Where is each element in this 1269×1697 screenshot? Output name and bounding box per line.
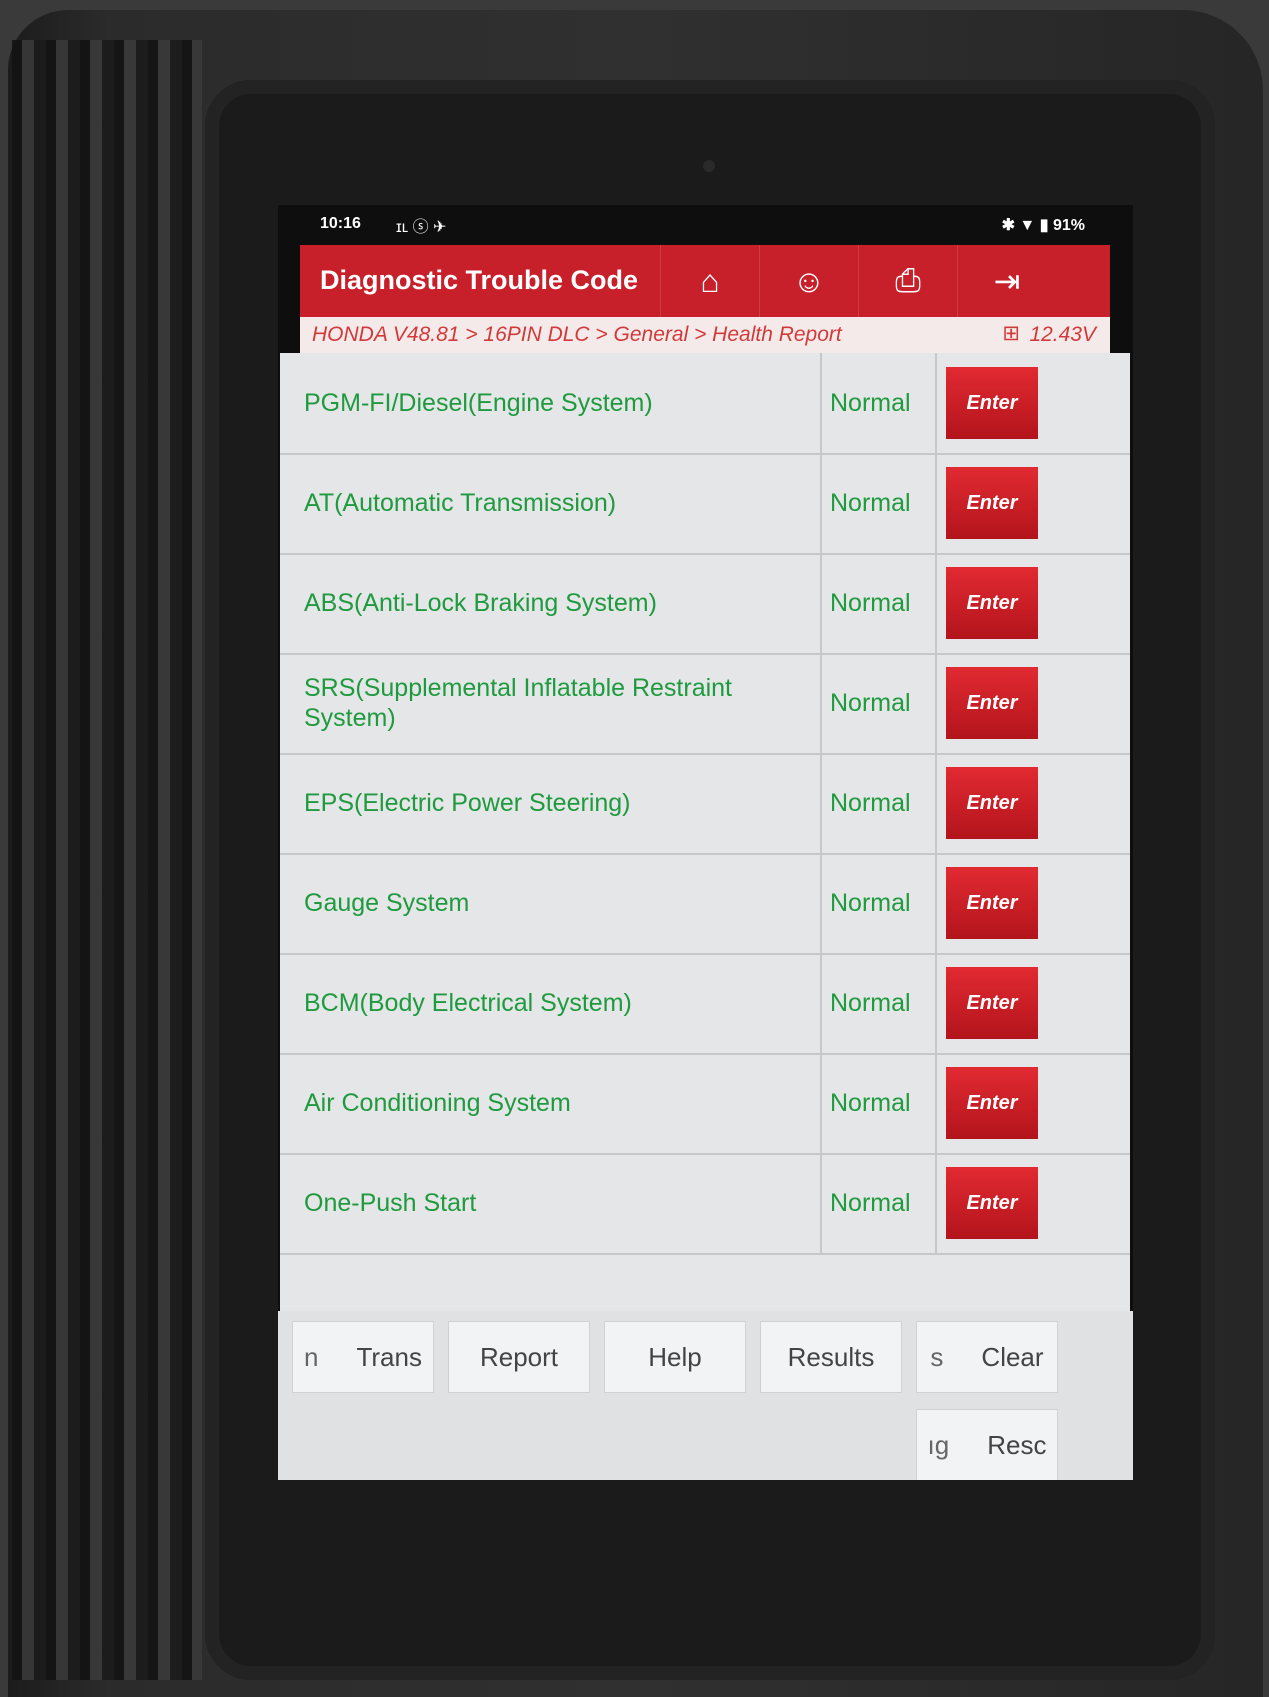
button-prefix: n — [304, 1341, 319, 1372]
divider — [820, 753, 822, 853]
list-item: SRS(Supplemental Inflatable Restraint Sy… — [280, 653, 1130, 755]
print-icon: ⎙ — [895, 262, 921, 298]
enter-button[interactable]: Enter — [946, 467, 1038, 539]
divider — [820, 353, 822, 453]
exit-button[interactable]: ⇥ — [957, 245, 1056, 317]
status-bar: 10:16 ɪʟ ⓢ ✈ ✱ ▼ ▮ 91% — [278, 205, 1133, 245]
divider — [820, 853, 822, 953]
divider — [935, 553, 937, 653]
button-prefix: s — [930, 1341, 944, 1372]
divider — [935, 953, 937, 1053]
button-prefix: ıg — [927, 1429, 950, 1460]
breadcrumb-path: HONDA V48.81 > 16PIN DLC > General > Hea… — [312, 323, 842, 346]
voltage-readout: 12.43V — [1029, 323, 1096, 346]
front-camera — [703, 160, 715, 172]
divider — [820, 553, 822, 653]
system-name: BCM(Body Electrical System) — [304, 989, 632, 1017]
system-name: AT(Automatic Transmission) — [304, 489, 617, 517]
divider — [935, 453, 937, 553]
page-title: Diagnostic Trouble Code — [320, 265, 639, 295]
system-name: ABS(Anti-Lock Braking System) — [304, 589, 657, 617]
button-label: Trans — [356, 1341, 422, 1372]
divider — [820, 1053, 822, 1153]
divider — [935, 353, 937, 453]
clear-button[interactable]: s Clear — [916, 1321, 1058, 1393]
enter-button[interactable]: Enter — [946, 867, 1038, 939]
divider — [935, 753, 937, 853]
divider — [935, 1153, 937, 1253]
enter-button[interactable]: Enter — [946, 1167, 1038, 1239]
system-status: Normal — [830, 688, 911, 717]
tablet-grip — [12, 40, 202, 1680]
print-button[interactable]: ⎙ — [858, 245, 957, 317]
list-item: AT(Automatic Transmission) Normal Enter — [280, 453, 1130, 555]
system-status: Normal — [830, 1188, 911, 1217]
list-item: Gauge System Normal Enter — [280, 853, 1130, 955]
breadcrumb: HONDA V48.81 > 16PIN DLC > General > Hea… — [300, 317, 1110, 353]
results-button[interactable]: Results — [760, 1321, 902, 1393]
battery-percent: 91% — [1052, 217, 1085, 234]
enter-button[interactable]: Enter — [946, 967, 1038, 1039]
user-button[interactable]: ☺ — [759, 245, 858, 317]
list-item: Air Conditioning System Normal Enter — [280, 1053, 1130, 1155]
notification-icons: ɪʟ ⓢ ✈ — [396, 219, 447, 236]
wifi-bluetooth-icons: ✱ ▼ ▮ — [1001, 217, 1049, 234]
list-item: PGM-FI/Diesel(Engine System) Normal Ente… — [280, 353, 1130, 455]
button-label: Resc — [987, 1429, 1047, 1460]
enter-button[interactable]: Enter — [946, 667, 1038, 739]
divider — [820, 653, 822, 753]
divider — [820, 453, 822, 553]
rescan-button[interactable]: ıg Resc — [916, 1409, 1058, 1480]
list-item: ABS(Anti-Lock Braking System) Normal Ent… — [280, 553, 1130, 655]
help-button[interactable]: Help — [604, 1321, 746, 1393]
divider — [935, 853, 937, 953]
system-name: EPS(Electric Power Steering) — [304, 789, 631, 817]
divider — [935, 653, 937, 753]
clock: 10:16 — [320, 215, 361, 232]
system-status: Normal — [830, 888, 911, 917]
report-button[interactable]: Report — [448, 1321, 590, 1393]
enter-button[interactable]: Enter — [946, 767, 1038, 839]
app-header: Diagnostic Trouble Code ⌂ ☺ ⎙ ⇥ — [300, 245, 1110, 317]
system-status: Normal — [830, 788, 911, 817]
system-name: PGM-FI/Diesel(Engine System) — [304, 389, 653, 417]
user-icon: ☺ — [792, 262, 826, 299]
enter-button[interactable]: Enter — [946, 567, 1038, 639]
divider — [935, 1053, 937, 1153]
list-item: BCM(Body Electrical System) Normal Enter — [280, 953, 1130, 1055]
enter-button[interactable]: Enter — [946, 1067, 1038, 1139]
system-list: PGM-FI/Diesel(Engine System) Normal Ente… — [280, 353, 1130, 1311]
header-toolbar: ⌂ ☺ ⎙ ⇥ — [660, 245, 1056, 317]
battery-icon: ⊞ — [1002, 322, 1020, 345]
bottom-toolbar: n Trans Report Help Results s Clear ıg R… — [278, 1311, 1133, 1480]
enter-button[interactable]: Enter — [946, 367, 1038, 439]
system-name: SRS(Supplemental Inflatable Restraint Sy… — [304, 674, 733, 732]
divider — [820, 953, 822, 1053]
system-name: Air Conditioning System — [304, 1089, 571, 1117]
button-label: Clear — [981, 1341, 1044, 1372]
system-status: Normal — [830, 988, 911, 1017]
list-item: EPS(Electric Power Steering) Normal Ente… — [280, 753, 1130, 855]
system-name: One-Push Start — [304, 1189, 477, 1217]
button-label: Results — [787, 1341, 875, 1372]
home-icon: ⌂ — [700, 262, 720, 299]
system-name: Gauge System — [304, 889, 470, 917]
system-status: Normal — [830, 388, 911, 417]
trans-button[interactable]: n Trans — [292, 1321, 434, 1393]
button-label: Help — [648, 1341, 702, 1372]
home-button[interactable]: ⌂ — [660, 245, 759, 317]
system-tray: ✱ ▼ ▮ 91% — [1002, 215, 1085, 235]
list-item: One-Push Start Normal Enter — [280, 1153, 1130, 1255]
system-status: Normal — [830, 488, 911, 517]
system-status: Normal — [830, 1088, 911, 1117]
screen: 10:16 ɪʟ ⓢ ✈ ✱ ▼ ▮ 91% Diagnostic Troubl… — [278, 205, 1133, 1480]
divider — [820, 1153, 822, 1253]
system-status: Normal — [830, 588, 911, 617]
button-label: Report — [479, 1341, 559, 1372]
exit-icon: ⇥ — [993, 263, 1021, 299]
